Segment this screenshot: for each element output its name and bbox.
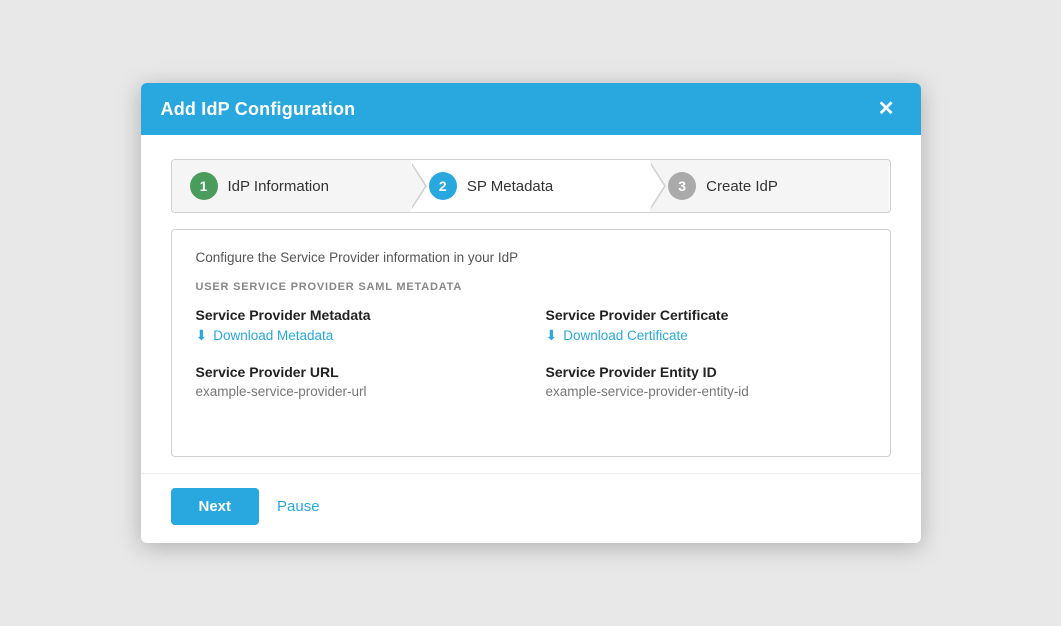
- metadata-item-3-value: example-service-provider-entity-id: [546, 384, 866, 399]
- close-button[interactable]: ✕: [872, 97, 901, 121]
- modal-header: Add IdP Configuration ✕: [141, 83, 921, 135]
- metadata-item-2-title: Service Provider URL: [196, 364, 516, 380]
- download-certificate-link[interactable]: ⬇ Download Certificate: [546, 327, 866, 344]
- metadata-item-0-title: Service Provider Metadata: [196, 307, 516, 323]
- download-metadata-link[interactable]: ⬇ Download Metadata: [196, 327, 516, 344]
- step-1-label: IdP Information: [228, 178, 329, 195]
- step-2-label: SP Metadata: [467, 178, 553, 195]
- content-description: Configure the Service Provider informati…: [196, 250, 866, 265]
- download-metadata-icon: ⬇: [196, 327, 208, 344]
- pause-button[interactable]: Pause: [273, 488, 324, 525]
- metadata-item-2-value: example-service-provider-url: [196, 384, 516, 399]
- metadata-item-1-title: Service Provider Certificate: [546, 307, 866, 323]
- download-certificate-icon: ⬇: [546, 327, 558, 344]
- add-idp-modal: Add IdP Configuration ✕ 1 IdP Informatio…: [141, 83, 921, 543]
- metadata-item-0: Service Provider Metadata ⬇ Download Met…: [196, 307, 516, 344]
- content-area: Configure the Service Provider informati…: [171, 229, 891, 457]
- download-metadata-label: Download Metadata: [213, 328, 333, 343]
- stepper: 1 IdP Information 2 SP Metadata 3 Create…: [171, 159, 891, 213]
- metadata-item-2: Service Provider URL example-service-pro…: [196, 364, 516, 399]
- metadata-grid: Service Provider Metadata ⬇ Download Met…: [196, 307, 866, 399]
- metadata-item-3: Service Provider Entity ID example-servi…: [546, 364, 866, 399]
- download-certificate-label: Download Certificate: [563, 328, 688, 343]
- step-1-number: 1: [190, 172, 218, 200]
- modal-footer: Next Pause: [141, 473, 921, 543]
- step-3-number: 3: [668, 172, 696, 200]
- step-1: 1 IdP Information: [172, 160, 411, 212]
- section-label: USER SERVICE PROVIDER SAML METADATA: [196, 281, 866, 293]
- metadata-item-3-title: Service Provider Entity ID: [546, 364, 866, 380]
- step-2-number: 2: [429, 172, 457, 200]
- modal-title: Add IdP Configuration: [161, 99, 356, 120]
- step-2: 2 SP Metadata: [411, 160, 650, 212]
- step-3-label: Create IdP: [706, 178, 778, 195]
- modal-body: 1 IdP Information 2 SP Metadata 3 Create…: [141, 135, 921, 473]
- step-3: 3 Create IdP: [650, 160, 889, 212]
- next-button[interactable]: Next: [171, 488, 260, 525]
- metadata-item-1: Service Provider Certificate ⬇ Download …: [546, 307, 866, 344]
